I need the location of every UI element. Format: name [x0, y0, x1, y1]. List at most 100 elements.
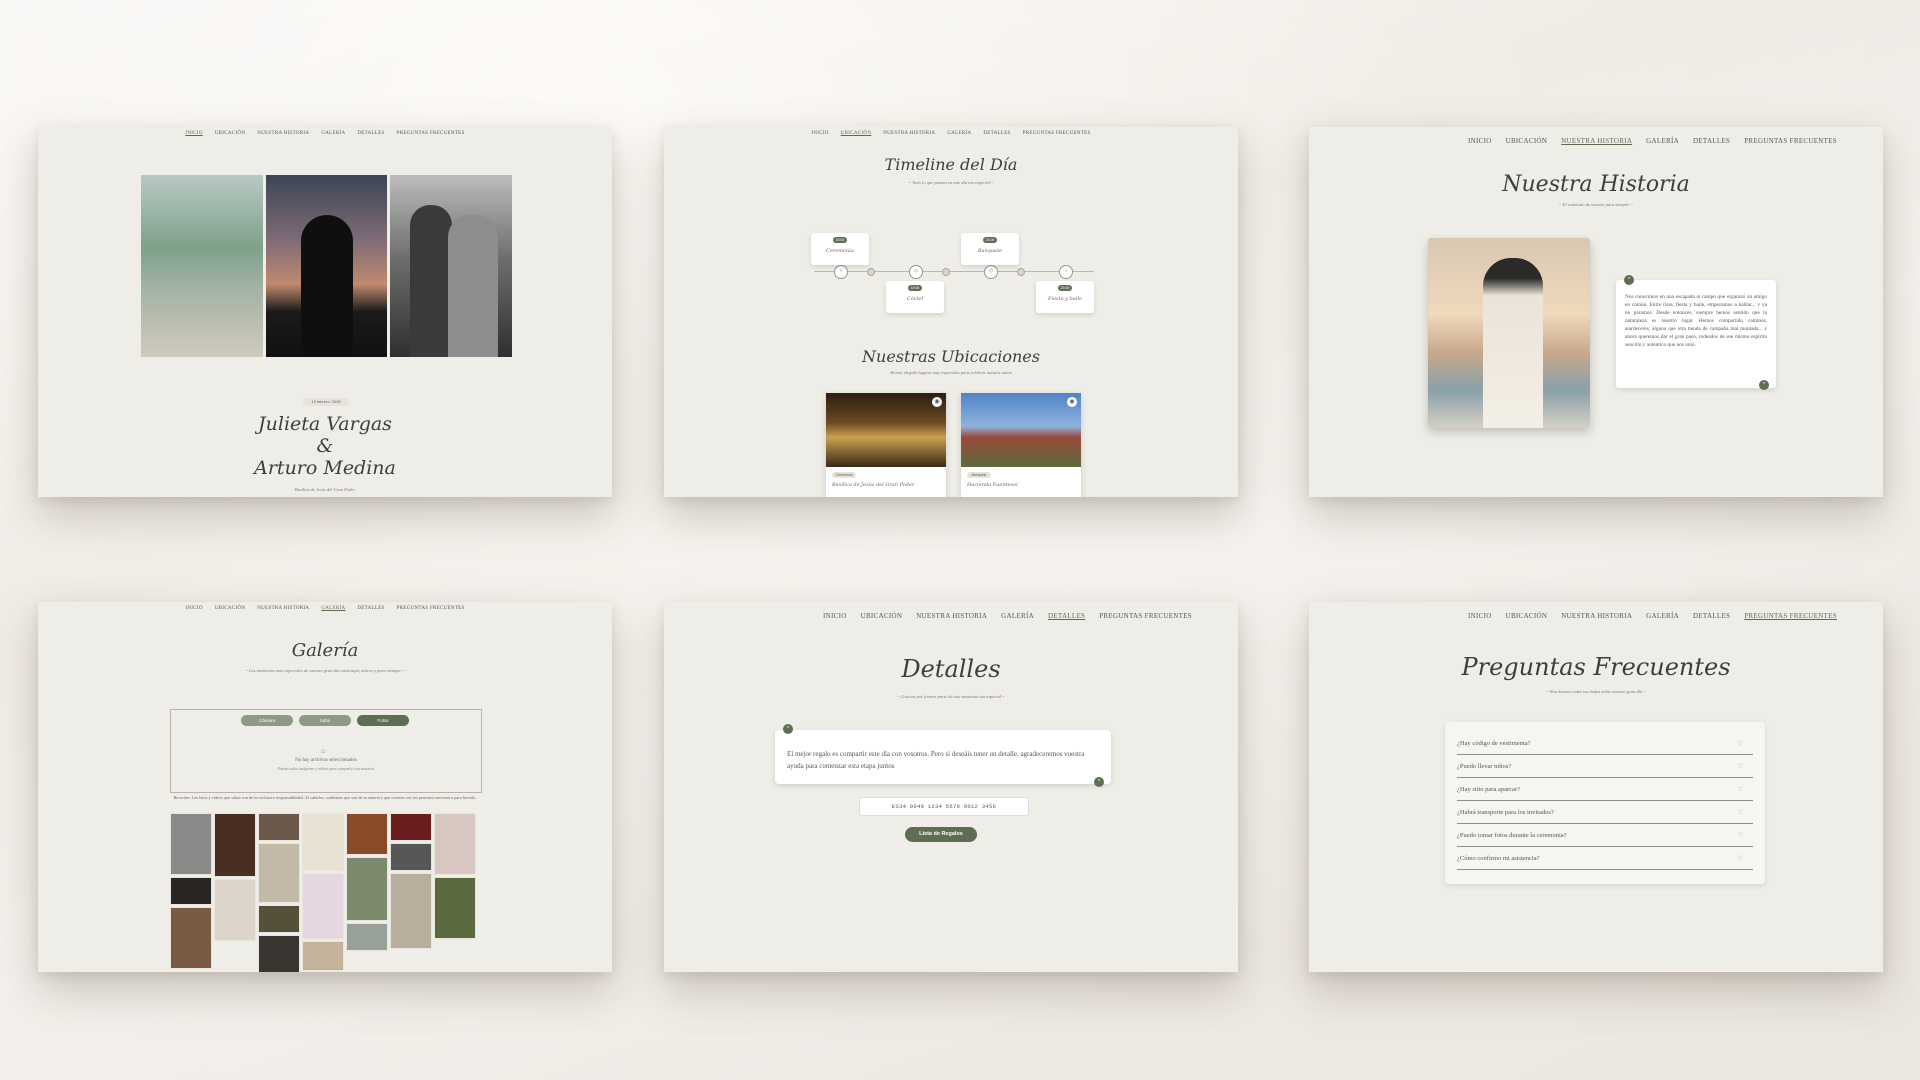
nav-inicio[interactable]: Inicio [1468, 137, 1492, 145]
nav-bar: Inicio Ubicación Nuestra Historia Galerí… [664, 131, 1238, 136]
faq-item[interactable]: ¿Puedo llevar niños? ♡ [1457, 757, 1753, 778]
map-pin-icon[interactable]: ◉ [1067, 397, 1077, 407]
nav-inicio[interactable]: Inicio [185, 606, 202, 611]
screen-ubicacion: Inicio Ubicación Nuestra Historia Galerí… [664, 127, 1238, 497]
gallery-thumb[interactable] [346, 813, 388, 855]
gallery-thumb[interactable] [302, 941, 344, 971]
nav-inicio[interactable]: Inicio [1468, 612, 1492, 620]
nav-faq[interactable]: Preguntas Frecuentes [1744, 137, 1837, 145]
event-label: Fiesta y baile [1048, 296, 1082, 302]
quote-open-icon: “ [783, 724, 793, 734]
timeline-event: 21:00 Banquete [961, 233, 1019, 265]
nav-faq[interactable]: Preguntas Frecuentes [397, 606, 465, 611]
details-title: Detalles [901, 655, 1001, 683]
gallery-title: Galería [291, 640, 359, 661]
nav-historia[interactable]: Nuestra Historia [257, 606, 309, 611]
nav-faq[interactable]: Preguntas Frecuentes [1023, 131, 1091, 136]
gallery-thumb[interactable] [390, 843, 432, 871]
nav-galeria[interactable]: Galería [1646, 137, 1679, 145]
nav-galeria[interactable]: Galería [947, 131, 971, 136]
gallery-thumb[interactable] [258, 813, 300, 841]
nav-faq[interactable]: Preguntas Frecuentes [1099, 612, 1192, 620]
gallery-thumb[interactable] [434, 877, 476, 939]
couple-names: Julieta Vargas & Arturo Medina [188, 413, 462, 479]
nav-detalles[interactable]: Detalles [357, 131, 384, 136]
nav-faq[interactable]: Preguntas Frecuentes [1744, 612, 1837, 620]
screen-historia: Inicio Ubicación Nuestra Historia Galerí… [1309, 127, 1883, 497]
iban-field[interactable]: ES34 0049 1234 5678 9012 3456 [859, 797, 1029, 816]
nav-detalles[interactable]: Detalles [983, 131, 1010, 136]
gallery-thumb[interactable] [390, 813, 432, 841]
chevron-down-icon: ♡ [1737, 764, 1743, 770]
plate-icon: ◇ [984, 265, 998, 279]
name-bride: Julieta Vargas [258, 413, 392, 435]
faq-item[interactable]: ¿Cómo confirmo mi asistencia? ♡ [1457, 849, 1753, 870]
map-pin-icon[interactable]: ◉ [932, 397, 942, 407]
gallery-thumb[interactable] [214, 879, 256, 941]
faq-list: ¿Hay código de vestimenta? ♡ ¿Puedo lleva… [1445, 722, 1765, 884]
faq-subtitle: ~ Resolvemos todas tus dudas sobre nuest… [1546, 689, 1646, 694]
nav-inicio[interactable]: Inicio [823, 612, 847, 620]
couple-photo [1428, 238, 1590, 428]
quote-close-icon: ” [1094, 777, 1104, 787]
nav-detalles[interactable]: Detalles [1693, 137, 1730, 145]
gallery-thumb[interactable] [170, 813, 212, 875]
nav-galeria[interactable]: Galería [321, 131, 345, 136]
gallery-thumb[interactable] [214, 813, 256, 877]
music-icon: ♪ [1059, 265, 1073, 279]
nav-detalles[interactable]: Detalles [1048, 612, 1085, 620]
nav-inicio[interactable]: Inicio [811, 131, 828, 136]
nav-historia[interactable]: Nuestra Historia [1561, 137, 1632, 145]
gallery-thumb[interactable] [390, 873, 432, 949]
nav-detalles[interactable]: Detalles [1693, 612, 1730, 620]
faq-item[interactable]: ¿Hay código de vestimenta? ♡ [1457, 734, 1753, 755]
upload-dropzone[interactable]: Cámara Subir Fotos ⌂ No hay archivos sel… [170, 709, 482, 793]
gallery-thumb[interactable] [170, 877, 212, 905]
camera-icon: ⌂ [321, 747, 326, 755]
gallery-thumb[interactable] [258, 843, 300, 903]
nav-historia[interactable]: Nuestra Historia [883, 131, 935, 136]
camera-button[interactable]: Cámara [241, 715, 293, 726]
gallery-thumb[interactable] [434, 813, 476, 875]
gallery-thumb[interactable] [258, 905, 300, 933]
gallery-thumb[interactable] [302, 873, 344, 939]
event-time: 23:00 [1058, 285, 1072, 291]
nav-historia[interactable]: Nuestra Historia [1561, 612, 1632, 620]
nav-ubicacion[interactable]: Ubicación [1506, 612, 1548, 620]
nav-historia[interactable]: Nuestra Historia [257, 131, 309, 136]
faq-item[interactable]: ¿Puedo tomar fotos durante la ceremonia?… [1457, 826, 1753, 847]
nav-galeria[interactable]: Galería [321, 606, 345, 611]
nav-ubicacion[interactable]: Ubicación [1506, 137, 1548, 145]
gallery-thumb[interactable] [346, 857, 388, 921]
gift-list-button[interactable]: Lista de Regalos [905, 827, 977, 842]
faq-question: ¿Puedo tomar fotos durante la ceremonia? [1457, 832, 1567, 839]
faq-item[interactable]: ¿Hay sitio para aparcar? ♡ [1457, 780, 1753, 801]
gallery-thumb[interactable] [170, 907, 212, 969]
nav-ubicacion[interactable]: Ubicación [215, 131, 245, 136]
nav-faq[interactable]: Preguntas Frecuentes [397, 131, 465, 136]
gallery-thumb[interactable] [302, 813, 344, 871]
nav-galeria[interactable]: Galería [1001, 612, 1034, 620]
nav-ubicacion[interactable]: Ubicación [215, 606, 245, 611]
nav-ubicacion[interactable]: Ubicación [841, 131, 871, 136]
nav-ubicacion[interactable]: Ubicación [861, 612, 903, 620]
timeline-dot [867, 268, 875, 276]
faq-question: ¿Puedo llevar niños? [1457, 763, 1512, 770]
chevron-down-icon: ♡ [1737, 833, 1743, 839]
gallery-thumb[interactable] [346, 923, 388, 951]
nav-inicio[interactable]: Inicio [185, 131, 202, 136]
upload-button[interactable]: Subir [299, 715, 351, 726]
location-card[interactable]: ◉ Ceremonia Basílica de Jesús del Gran P… [826, 393, 946, 497]
story-card: Nos conocimos en una escapada al campo q… [1616, 280, 1776, 388]
faq-question: ¿Hay código de vestimenta? [1457, 740, 1531, 747]
name-groom: Arturo Medina [254, 457, 396, 479]
nav-historia[interactable]: Nuestra Historia [916, 612, 987, 620]
timeline-line [814, 271, 1094, 272]
gallery-thumb[interactable] [258, 935, 300, 972]
nav-detalles[interactable]: Detalles [357, 606, 384, 611]
ampersand: & [316, 435, 334, 457]
location-card[interactable]: ◉ Banquete Hacienda Fuentesol [961, 393, 1081, 497]
faq-item[interactable]: ¿Habrá transporte para los invitados? ♡ [1457, 803, 1753, 824]
photos-button[interactable]: Fotos [357, 715, 409, 726]
nav-galeria[interactable]: Galería [1646, 612, 1679, 620]
